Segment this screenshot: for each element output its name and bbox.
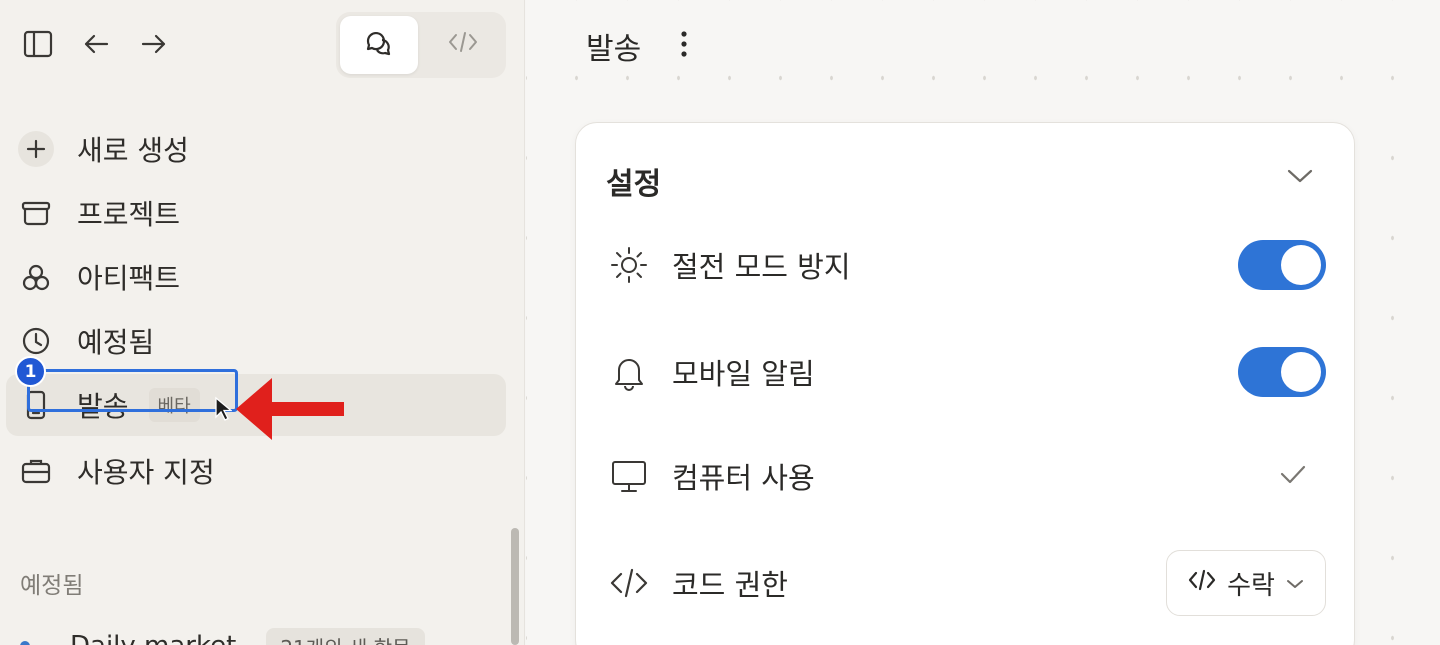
setting-label: 모바일 알림	[672, 357, 815, 391]
code-icon	[447, 30, 479, 60]
forward-arrow-icon[interactable]	[134, 24, 174, 64]
back-arrow-icon[interactable]	[76, 24, 116, 64]
clock-icon	[18, 323, 54, 359]
setting-row-computer-use: 컴퓨터 사용	[606, 446, 1326, 506]
status-dot-icon	[20, 641, 30, 645]
bell-icon	[606, 349, 652, 395]
folder-icon	[18, 195, 54, 231]
artifacts-icon	[18, 259, 54, 295]
sidebar-item-scheduled[interactable]: 예정됨	[6, 310, 506, 372]
chevron-down-icon[interactable]	[1286, 167, 1314, 189]
sidebar-item-label: 프로젝트	[77, 198, 181, 231]
setting-row-prevent-sleep: 절전 모드 방지	[606, 235, 1326, 295]
sidebar-item-label: 새로 생성	[77, 134, 189, 167]
more-options-icon[interactable]	[674, 28, 694, 64]
briefcase-icon	[18, 453, 54, 489]
chat-bubbles-icon	[362, 26, 396, 64]
setting-label: 코드 권한	[672, 568, 788, 602]
dropdown-value: 수락	[1227, 570, 1275, 601]
sun-icon	[606, 242, 652, 288]
highlight-box	[27, 369, 238, 412]
setting-row-mobile-notification: 모바일 알림	[606, 342, 1326, 402]
settings-panel: 설정 절전 모드 방지 모바일 알림 컴퓨터 사용 코드 권한 수락	[575, 122, 1355, 645]
sidebar-item-label: 예정됨	[77, 326, 155, 359]
red-arrow-icon	[236, 378, 346, 444]
sidebar-item-new[interactable]: 새로 생성	[6, 118, 506, 180]
sidebar-item-artifacts[interactable]: 아티팩트	[6, 246, 506, 308]
setting-label: 컴퓨터 사용	[672, 461, 815, 495]
code-icon	[1187, 568, 1217, 599]
code-permission-dropdown[interactable]: 수락	[1166, 550, 1326, 616]
sidebar: 새로 생성 프로젝트 아티팩트 예정됨 발송 베타 사용자 지정 예정됨	[0, 0, 525, 645]
chevron-down-icon	[1285, 568, 1305, 598]
prevent-sleep-toggle[interactable]	[1238, 240, 1326, 290]
new-items-badge: 21개의 새 항목	[266, 627, 425, 645]
code-icon	[606, 560, 652, 606]
sidebar-item-customize[interactable]: 사용자 지정	[6, 440, 506, 502]
mode-switcher	[336, 12, 506, 78]
mouse-cursor-icon	[214, 396, 233, 426]
sidebar-toggle-icon[interactable]	[18, 24, 58, 64]
checkmark-icon[interactable]	[1278, 462, 1308, 490]
setting-label: 절전 모드 방지	[672, 250, 851, 284]
main-area: 발송 설정 절전 모드 방지 모바일 알림 컴퓨터 사용 코드 권한 수락	[526, 0, 1440, 645]
plus-icon	[18, 131, 54, 167]
monitor-icon	[606, 453, 652, 499]
sidebar-item-label: 사용자 지정	[77, 456, 215, 489]
settings-title: 설정	[606, 167, 662, 202]
code-mode-button[interactable]	[424, 16, 502, 74]
mobile-notification-toggle[interactable]	[1238, 347, 1326, 397]
sidebar-item-projects[interactable]: 프로젝트	[6, 182, 506, 244]
sidebar-scrollbar[interactable]	[511, 528, 519, 645]
sidebar-item-label: 아티팩트	[77, 262, 181, 295]
chat-mode-button[interactable]	[340, 16, 418, 74]
setting-row-code-permission: 코드 권한 수락	[606, 550, 1326, 616]
section-title-scheduled: 예정됨	[20, 573, 84, 599]
scheduled-item[interactable]: Daily market 21개의 새 항목	[20, 626, 500, 645]
page-title: 발송	[586, 32, 642, 67]
annotation-number: 1	[15, 356, 46, 387]
scheduled-item-name: Daily market	[70, 631, 236, 645]
